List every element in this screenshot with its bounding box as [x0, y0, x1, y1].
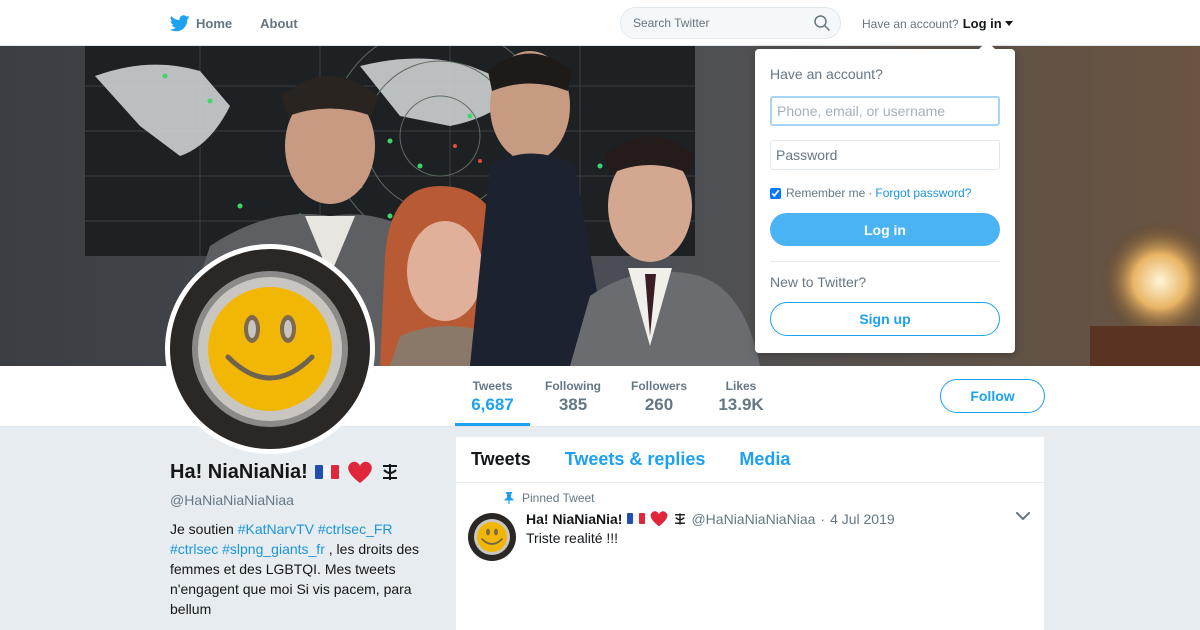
pinned-label: Pinned Tweet	[522, 491, 595, 505]
smiley-avatar-image	[170, 249, 370, 449]
remember-separator: ·	[868, 186, 873, 200]
flag-france-icon	[314, 465, 339, 479]
search-icon[interactable]	[814, 15, 830, 31]
about-label: About	[260, 15, 298, 31]
chevron-down-icon[interactable]	[1016, 512, 1030, 521]
tweet-text: Triste realité !!!	[526, 530, 619, 546]
tweet-header: Ha! NiaNiaNia! @HaNiaNiaNiaNiaa · 4 Jul …	[526, 510, 895, 527]
hashtag-link[interactable]: #KatNarvTV	[238, 521, 314, 537]
about-link[interactable]: About	[260, 16, 298, 31]
stat-following[interactable]: Following 385	[540, 366, 606, 426]
login-button[interactable]: Log in	[770, 213, 1000, 246]
new-to-twitter-text: New to Twitter?	[770, 274, 867, 290]
flag-france-icon	[627, 513, 646, 524]
stat-followers[interactable]: Followers 260	[626, 366, 692, 426]
red-heart-icon	[348, 461, 372, 483]
timeline-tabs: Tweets Tweets & replies Media	[456, 437, 1044, 483]
dropdown-title: Have an account?	[770, 66, 883, 82]
forgot-password-link[interactable]: Forgot password?	[875, 186, 971, 200]
remember-label[interactable]: Remember me	[786, 186, 865, 200]
username-input[interactable]	[770, 96, 1000, 126]
tweet-date[interactable]: 4 Jul 2019	[830, 511, 895, 527]
profile-name-row: Ha! NiaNiaNia!	[170, 460, 430, 484]
stat-label: Likes	[725, 379, 757, 393]
profile-avatar[interactable]	[165, 244, 375, 454]
smiley-avatar-image	[468, 513, 516, 561]
stat-value: 13.9K	[718, 395, 764, 414]
home-label: Home	[196, 15, 233, 31]
bio-text: Je soutien	[170, 521, 238, 537]
profile-handle[interactable]: @HaNiaNiaNiaNiaa	[170, 492, 430, 508]
hashtag-link[interactable]: #ctrlsec	[170, 541, 218, 557]
timeline: Tweets Tweets & replies Media Pinned Twe…	[456, 437, 1044, 630]
search-box	[620, 7, 841, 39]
account-area: Have an account? Log in	[862, 16, 1013, 31]
pinned-tweet[interactable]: Pinned Tweet Ha! NiaNiaNia! @HaNiaNiaNia…	[456, 483, 1044, 630]
stat-label: Followers	[630, 379, 687, 393]
amazigh-yaz-icon	[675, 512, 686, 525]
dropdown-arrow	[979, 41, 995, 49]
stat-likes[interactable]: Likes 13.9K	[712, 366, 770, 426]
stat-label: Tweets	[472, 379, 513, 393]
follow-button[interactable]: Follow	[940, 379, 1045, 413]
amazigh-yaz-icon	[382, 464, 397, 480]
have-account-text: Have an account?	[862, 16, 959, 31]
caret-down-icon	[1004, 21, 1013, 26]
pin-icon	[504, 492, 514, 504]
password-input[interactable]	[770, 140, 1000, 170]
login-dropdown-toggle[interactable]: Log in	[963, 16, 1013, 31]
twitter-bird-icon	[170, 14, 190, 31]
tweet-separator: ·	[820, 510, 826, 527]
remember-checkbox[interactable]	[770, 187, 781, 199]
tab-tweets[interactable]: Tweets	[471, 449, 531, 470]
stat-tweets[interactable]: Tweets 6,687	[455, 366, 530, 426]
name-emoji-group	[314, 460, 400, 484]
stat-value: 260	[644, 395, 674, 414]
home-link[interactable]: Home	[170, 14, 233, 32]
dropdown-divider	[770, 261, 1000, 262]
signup-button[interactable]: Sign up	[770, 302, 1000, 336]
profile-bio: Je soutien #KatNarvTV #ctrlsec_FR #ctrlse…	[170, 519, 430, 619]
tab-tweets-replies[interactable]: Tweets & replies	[565, 449, 706, 470]
search-input[interactable]	[621, 8, 801, 38]
red-heart-icon	[651, 511, 668, 527]
login-dropdown: Have an account? Remember me · Forgot pa…	[755, 41, 1015, 353]
tweet-author-name[interactable]: Ha! NiaNiaNia!	[526, 511, 622, 527]
login-toggle-label: Log in	[962, 16, 1002, 31]
stat-value: 6,687	[471, 395, 514, 414]
tweet-author-handle[interactable]: @HaNiaNiaNiaNiaa	[691, 511, 815, 527]
profile-card: Ha! NiaNiaNia! @HaNiaNiaNiaNiaa Je souti…	[170, 460, 430, 619]
tweet-emoji-group	[626, 510, 687, 527]
top-navigation-bar: Home About Have an account? Log in	[0, 0, 1200, 46]
hashtag-link[interactable]: #ctrlsec_FR	[318, 521, 393, 537]
tab-media[interactable]: Media	[739, 449, 790, 470]
pinned-indicator: Pinned Tweet	[504, 491, 595, 505]
nav-left-group: Home About	[170, 0, 326, 46]
tweet-author-avatar[interactable]	[468, 513, 516, 561]
hashtag-link[interactable]: #slpng_giants_fr	[222, 541, 325, 557]
profile-name[interactable]: Ha! NiaNiaNia!	[170, 461, 308, 484]
remember-row: Remember me · Forgot password?	[770, 186, 1000, 200]
stat-label: Following	[545, 379, 601, 393]
stat-value: 385	[558, 395, 588, 414]
